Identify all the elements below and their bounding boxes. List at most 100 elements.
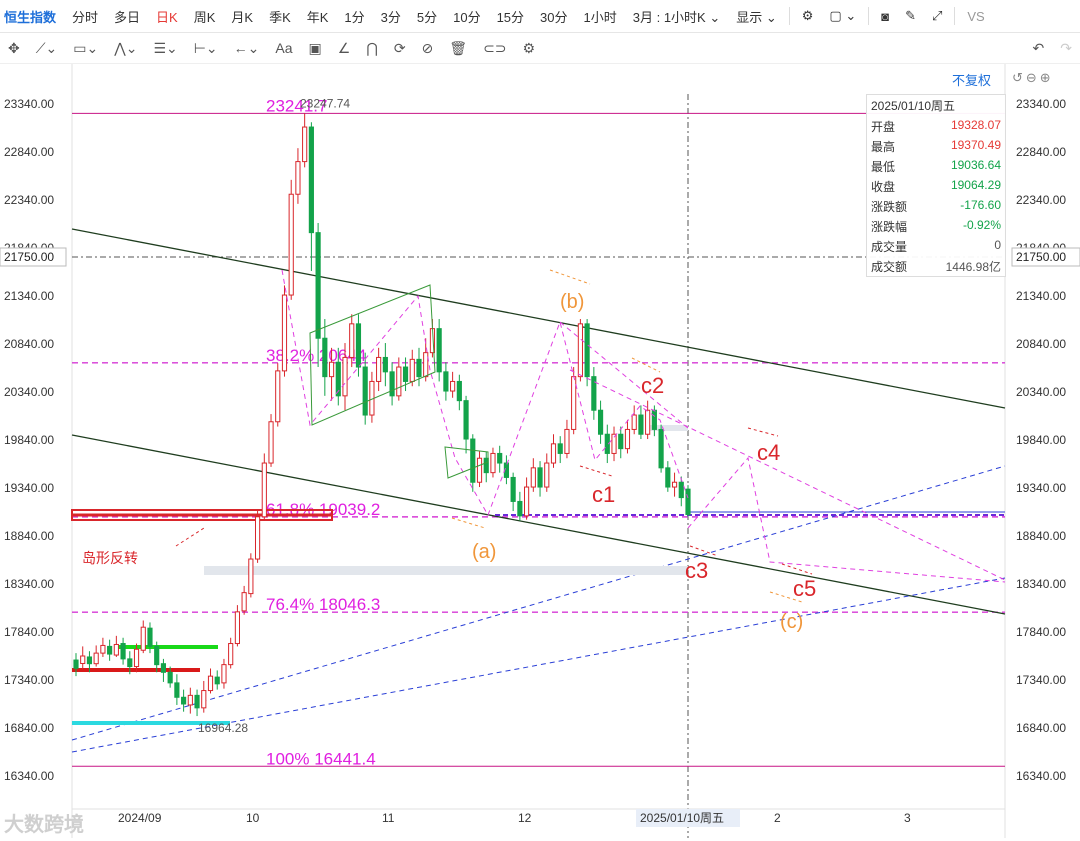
candle-body bbox=[295, 161, 301, 195]
rect-tool-icon[interactable]: ▭⌄ bbox=[65, 40, 106, 57]
candle-body bbox=[80, 655, 86, 664]
candle-body bbox=[214, 676, 220, 685]
high-price-label: 23247.74 bbox=[300, 96, 350, 110]
period-tab[interactable]: 15分 bbox=[489, 7, 532, 26]
index-name[interactable]: 恒生指数 bbox=[0, 7, 64, 26]
camera-icon[interactable]: ◙ bbox=[873, 9, 897, 24]
gap-zone bbox=[204, 566, 688, 575]
candle-body bbox=[476, 457, 483, 483]
line-tool-icon[interactable]: ⟋⌄ bbox=[28, 40, 66, 57]
candle-body bbox=[450, 380, 456, 392]
wave-annotation: (a) bbox=[472, 541, 496, 563]
display-menu[interactable]: 显示 ⌄ bbox=[728, 7, 785, 26]
candle-body bbox=[308, 126, 314, 234]
candle-body bbox=[463, 400, 469, 440]
candle-body bbox=[362, 366, 368, 416]
candle-body bbox=[443, 371, 449, 392]
candle-body bbox=[241, 592, 247, 612]
fullscreen-icon[interactable]: ⤢ bbox=[924, 8, 950, 24]
period-tab[interactable]: 3分 bbox=[373, 7, 409, 26]
period-tab[interactable]: 分时 bbox=[64, 7, 106, 26]
info-key: 涨跌幅 bbox=[871, 220, 908, 234]
candle-body bbox=[517, 500, 523, 517]
period-tab[interactable]: 30分 bbox=[532, 7, 575, 26]
y-tick-label: 20340.00 bbox=[1016, 385, 1066, 399]
info-row: 开盘 19328.07 bbox=[867, 116, 1005, 136]
period-tab[interactable]: 月K bbox=[223, 7, 261, 26]
y-tick-label: 19840.00 bbox=[1016, 433, 1066, 447]
period-tab[interactable]: 年K bbox=[299, 7, 337, 26]
wave-tool-icon[interactable]: ⋀⌄ bbox=[106, 40, 145, 57]
candle-body bbox=[550, 443, 557, 464]
y-tick-label: 17340.00 bbox=[4, 673, 54, 687]
cycle-tool-icon[interactable]: ⟳ bbox=[386, 40, 414, 57]
info-row: 成交额 1446.98亿 bbox=[867, 256, 1005, 276]
info-key: 成交量 bbox=[871, 240, 908, 254]
crosshair-icon[interactable]: ✥ bbox=[0, 40, 28, 57]
period-tab[interactable]: 多日 bbox=[106, 7, 148, 26]
period-toolbar: 恒生指数 分时 多日 日K 周K 月K 季K 年K 1分 3分 5分 10分 15分 30分 1小时 3月… bbox=[0, 0, 1080, 33]
info-row: 最高 19370.49 bbox=[867, 136, 1005, 156]
period-tab[interactable]: 季K bbox=[261, 7, 299, 26]
undo-icon[interactable]: ↶ bbox=[1025, 40, 1053, 57]
candle-body bbox=[409, 358, 415, 382]
candle-body bbox=[86, 656, 93, 665]
wave-annotation: c1 bbox=[592, 482, 615, 507]
x-axis-label: 2 bbox=[774, 811, 781, 825]
info-value: -176.60 bbox=[960, 198, 1001, 212]
period-tab[interactable]: 1小时 bbox=[576, 7, 625, 26]
projection-path bbox=[687, 456, 1006, 583]
period-tab[interactable]: 周K bbox=[186, 7, 224, 26]
annotation-tick bbox=[549, 269, 591, 285]
x-axis-label: 2025/01/10周五 bbox=[640, 811, 724, 825]
y-tick-label: 22340.00 bbox=[1016, 193, 1066, 207]
redo-icon[interactable]: ↷ bbox=[1052, 40, 1080, 57]
settings-tool-icon[interactable]: ⚙ bbox=[515, 40, 544, 57]
pen-tool-icon[interactable]: ∠ bbox=[330, 40, 359, 57]
text-tool-icon[interactable]: Aa bbox=[267, 40, 300, 56]
y-tick-label: 21340.00 bbox=[4, 289, 54, 303]
period-tab[interactable]: 5分 bbox=[409, 7, 445, 26]
trash-tool-icon[interactable]: 🗑 bbox=[441, 40, 475, 57]
candle-body bbox=[147, 627, 153, 647]
wave-annotation: (c) bbox=[780, 611, 803, 633]
wave-annotation: c2 bbox=[641, 373, 664, 398]
candle-body bbox=[201, 690, 207, 709]
crosshair-price: 21750.00 bbox=[4, 250, 54, 264]
color-square-icon[interactable]: ▢ ⌄ bbox=[821, 8, 864, 24]
period-tab[interactable]: 10分 bbox=[445, 7, 488, 26]
candle-body bbox=[537, 467, 543, 488]
comment-tool-icon[interactable]: ▣ bbox=[301, 40, 330, 57]
period-tab[interactable]: 1分 bbox=[336, 7, 372, 26]
y-tick-label: 18840.00 bbox=[1016, 529, 1066, 543]
drawing-toolbar: ✥ ⟋⌄ ▭⌄ ⋀⌄ ☰⌄ ⊢⌄ ←⌄ Aa ▣ ∠ ⋂ ⟳ ⊘ 🗑 ⊂⊃ ⚙ … bbox=[0, 33, 1080, 64]
y-tick-label: 18340.00 bbox=[1016, 577, 1066, 591]
period-tab[interactable]: 日K bbox=[148, 7, 186, 26]
info-key: 收盘 bbox=[871, 180, 896, 194]
candle-body bbox=[389, 371, 395, 397]
info-value: 19370.49 bbox=[950, 138, 1001, 152]
settings-icon[interactable]: ⚙ bbox=[794, 8, 822, 24]
fib-tool-icon[interactable]: ☰⌄ bbox=[145, 40, 185, 57]
candle-body bbox=[181, 696, 187, 705]
candle-body bbox=[524, 486, 530, 517]
vs-button[interactable]: VS bbox=[959, 9, 992, 24]
candle-body bbox=[349, 323, 355, 358]
measure-tool-icon[interactable]: ⊢⌄ bbox=[186, 40, 226, 57]
y-tick-label: 23340.00 bbox=[1016, 97, 1066, 111]
candle-body bbox=[624, 428, 631, 450]
link-tool-icon[interactable]: ⊂⊃ bbox=[475, 40, 514, 57]
pencil-icon[interactable]: ✎ bbox=[897, 8, 924, 24]
x-axis-label: 11 bbox=[382, 811, 395, 825]
period-dropdown[interactable]: 3月 : 1小时K ⌄ bbox=[625, 7, 728, 26]
hide-tool-icon[interactable]: ⊘ bbox=[414, 40, 442, 57]
arrow-tool-icon[interactable]: ←⌄ bbox=[226, 40, 268, 57]
candle-body bbox=[577, 323, 583, 378]
candle-body bbox=[254, 516, 261, 560]
fib-level-label: 76.4% 18046.3 bbox=[266, 595, 380, 614]
y-tick-label: 21340.00 bbox=[1016, 289, 1066, 303]
candle-body bbox=[685, 488, 691, 515]
arc-tool-icon[interactable]: ⋂ bbox=[358, 40, 385, 57]
candle-body bbox=[597, 409, 604, 435]
candle-body bbox=[658, 428, 664, 469]
